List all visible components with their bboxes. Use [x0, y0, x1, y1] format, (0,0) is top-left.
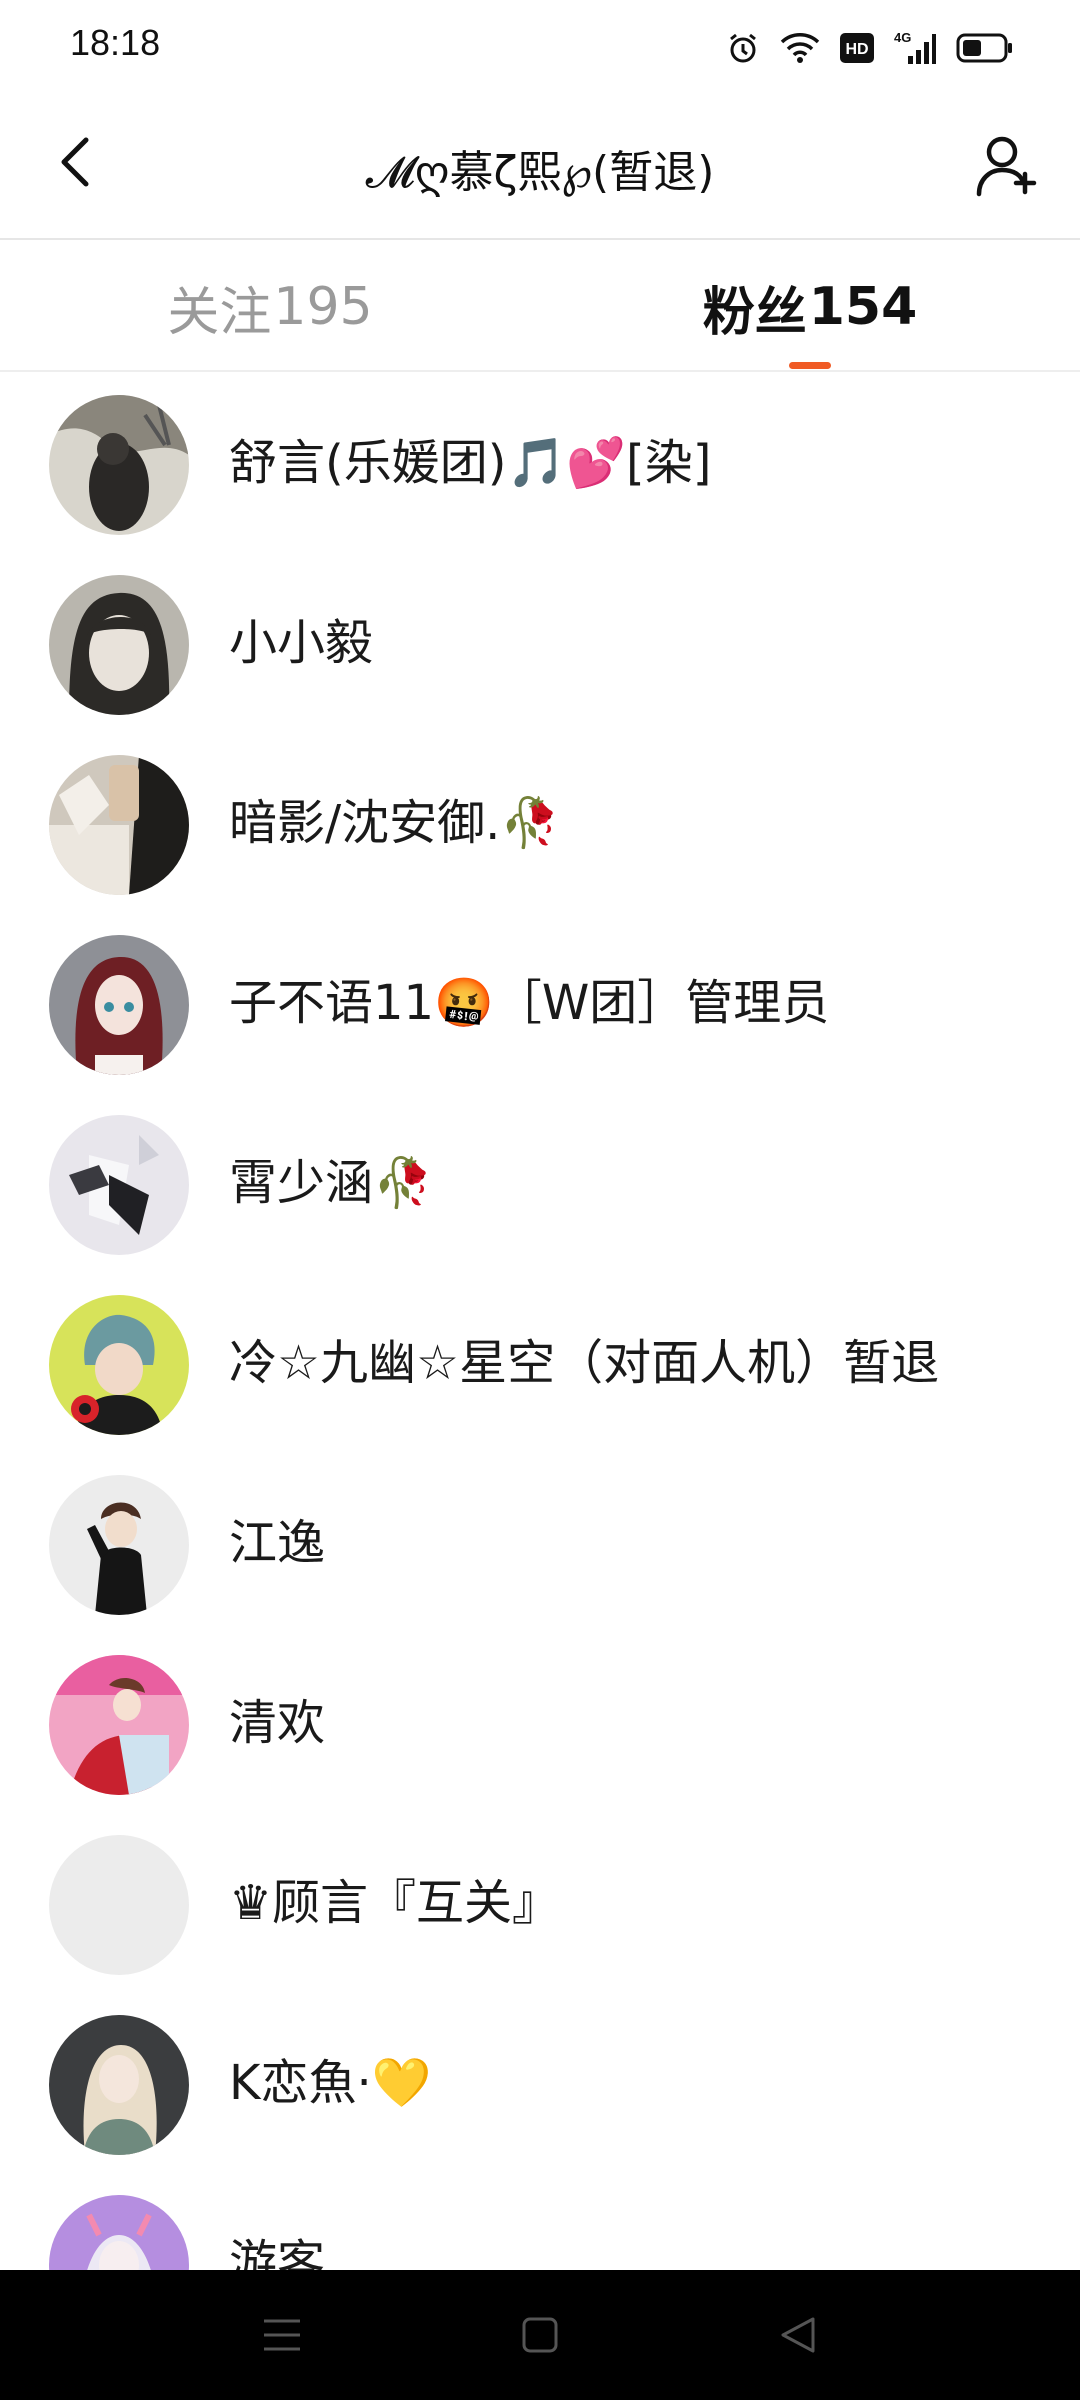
follower-list: 舒言(乐媛团)🎵💕[染] 小小毅 暗影/沈安御.🥀 子不语11🤬［W团］管理员 …: [0, 374, 1080, 2270]
tab-following-count: 195: [273, 277, 373, 337]
wifi-icon: [780, 32, 820, 64]
battery-icon: [956, 33, 1014, 63]
list-item[interactable]: 舒言(乐媛团)🎵💕[染]: [0, 374, 1080, 554]
follower-name: 江逸: [229, 1515, 326, 1571]
list-item[interactable]: 冷☆九幽☆星空（对面人机）暂退: [0, 1274, 1080, 1454]
avatar[interactable]: [49, 1655, 189, 1795]
avatar[interactable]: [49, 1115, 189, 1255]
menu-button[interactable]: [247, 2300, 317, 2370]
follower-name: 冷☆九幽☆星空（对面人机）暂退: [229, 1335, 940, 1391]
avatar[interactable]: [49, 1295, 189, 1435]
svg-text:4G: 4G: [894, 30, 911, 45]
tab-following[interactable]: 关注 195: [0, 242, 540, 372]
follower-name: 小小毅: [229, 615, 374, 671]
follower-name: 舒言(乐媛团)🎵💕[染]: [229, 435, 712, 491]
back-nav-button[interactable]: [763, 2300, 833, 2370]
chevron-left-icon: [61, 137, 89, 187]
avatar[interactable]: [49, 1475, 189, 1615]
avatar[interactable]: [49, 935, 189, 1075]
status-time: 18:18: [70, 22, 161, 63]
status-icons: HD 4G: [726, 28, 1014, 68]
avatar[interactable]: [49, 395, 189, 535]
list-item[interactable]: 清欢: [0, 1634, 1080, 1814]
tab-bar: 关注 195 粉丝 154: [0, 242, 1080, 372]
back-button[interactable]: [44, 132, 104, 192]
avatar[interactable]: [49, 2195, 189, 2270]
home-button[interactable]: [505, 2300, 575, 2370]
list-item[interactable]: 小小毅: [0, 554, 1080, 734]
list-item[interactable]: 江逸: [0, 1454, 1080, 1634]
signal-4g-icon: 4G: [894, 30, 936, 66]
hd-icon: HD: [840, 33, 874, 63]
home-square-icon: [522, 2317, 558, 2353]
list-item[interactable]: 子不语11🤬［W团］管理员: [0, 914, 1080, 1094]
tab-followers-label: 粉丝: [702, 282, 807, 343]
svg-text:HD: HD: [845, 41, 868, 58]
avatar[interactable]: [49, 2015, 189, 2155]
tab-followers-count: 154: [808, 277, 918, 337]
tab-following-label: 关注: [167, 282, 272, 343]
avatar[interactable]: [49, 755, 189, 895]
add-user-icon: [976, 136, 1037, 197]
list-item[interactable]: ♛顾言『互关』: [0, 1814, 1080, 1994]
system-nav-bar: [0, 2270, 1080, 2400]
avatar[interactable]: [49, 575, 189, 715]
list-item[interactable]: 暗影/沈安御.🥀: [0, 734, 1080, 914]
avatar-placeholder[interactable]: [49, 1835, 189, 1975]
tab-followers[interactable]: 粉丝 154: [540, 242, 1080, 372]
follower-name: 霄少涵🥀: [229, 1155, 433, 1211]
follower-name: 游客: [229, 2235, 326, 2270]
list-item[interactable]: K恋魚·💛: [0, 1994, 1080, 2174]
add-user-button[interactable]: [972, 130, 1044, 202]
menu-icon: [264, 2319, 300, 2351]
page-title: 𝓜ღ慕ζ熙℘(暂退): [365, 147, 715, 198]
follower-name: 暗影/沈安御.🥀: [229, 795, 561, 851]
follower-name: ♛顾言『互关』: [229, 1875, 561, 1931]
active-tab-indicator: [789, 362, 831, 369]
follower-name: 子不语11🤬［W团］管理员: [229, 975, 830, 1031]
follower-name: 清欢: [229, 1695, 326, 1751]
list-item[interactable]: 霄少涵🥀: [0, 1094, 1080, 1274]
list-item[interactable]: 游客: [0, 2174, 1080, 2270]
follower-name: K恋魚·💛: [229, 2055, 432, 2111]
alarm-icon: [726, 31, 760, 65]
back-triangle-icon: [781, 2317, 815, 2353]
header: 𝓜ღ慕ζ熙℘(暂退): [0, 96, 1080, 240]
status-bar: 18:18 HD 4G: [0, 0, 1080, 96]
